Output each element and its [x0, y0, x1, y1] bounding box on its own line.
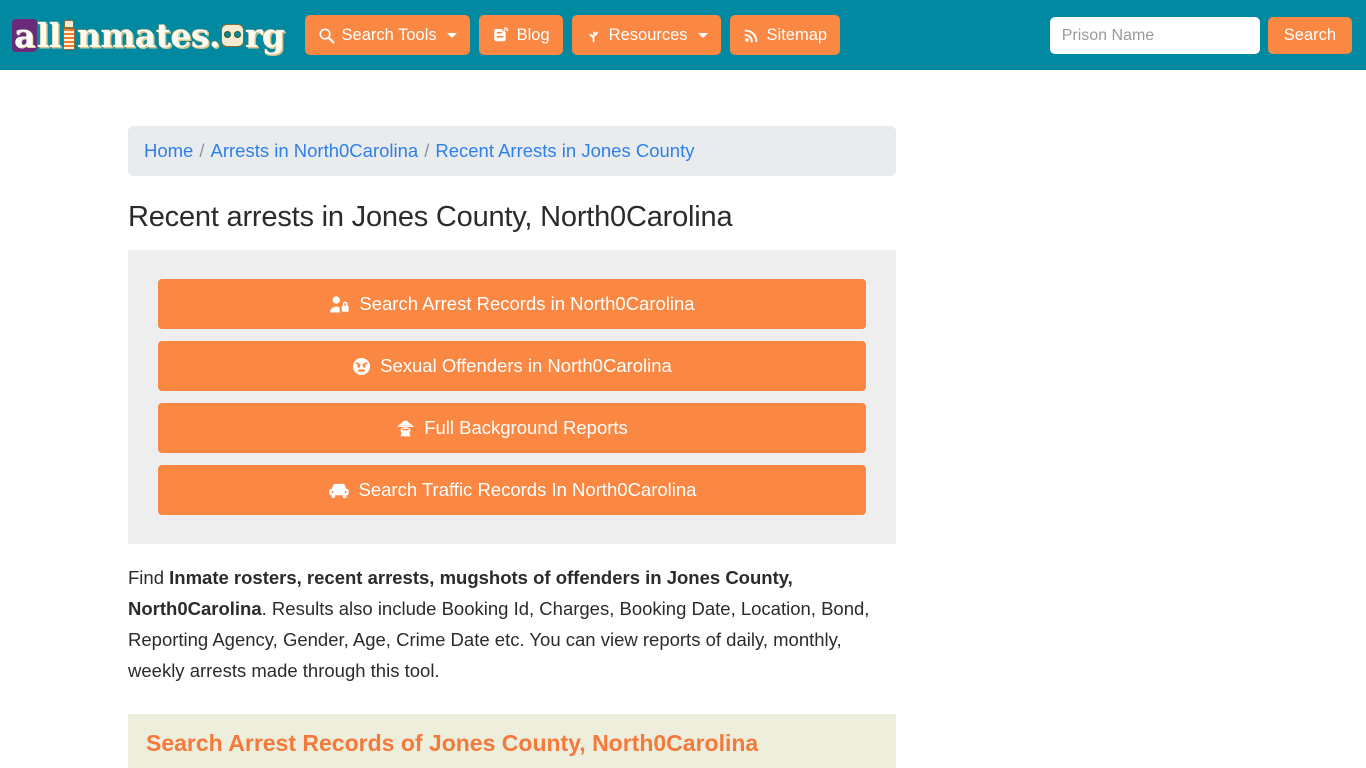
nav-resources-label: Resources [608, 25, 688, 44]
sexual-offenders-label: Sexual Offenders in North0Carolina [380, 355, 672, 376]
search-records-section: Search Arrest Records of Jones County, N… [128, 714, 896, 768]
search-records-heading: Search Arrest Records of Jones County, N… [146, 730, 759, 756]
search-traffic-records-label: Search Traffic Records In North0Carolina [358, 479, 697, 500]
nav-sitemap-label: Sitemap [766, 25, 828, 44]
nav-blog-label: Blog [516, 25, 550, 44]
action-button-panel: Search Arrest Records in North0Carolina … [128, 250, 896, 544]
logo-letter-a: a [12, 15, 37, 55]
page-title: Recent arrests in Jones County, North0Ca… [128, 201, 733, 233]
logo-letters-nmates: nmates. [76, 15, 221, 55]
page-description: Find Inmate rosters, recent arrests, mug… [128, 562, 896, 686]
skull-face-icon [221, 23, 245, 47]
breadcrumb-separator: / [424, 140, 430, 161]
search-icon [318, 27, 335, 44]
content-container: Home / Arrests in North0Carolina / Recen… [128, 126, 896, 768]
page-body: Home / Arrests in North0Carolina / Recen… [0, 126, 1366, 768]
blogger-icon [492, 26, 510, 44]
logo-letters-rg: rg [245, 15, 285, 55]
rss-icon [743, 27, 760, 44]
breadcrumb-separator: / [199, 140, 205, 161]
nav-sitemap-button[interactable]: Sitemap [729, 15, 841, 55]
user-secret-icon [396, 419, 415, 438]
search-arrest-records-button[interactable]: Search Arrest Records in North0Carolina [158, 279, 866, 329]
full-background-reports-button[interactable]: Full Background Reports [158, 403, 866, 453]
sexual-offenders-button[interactable]: Sexual Offenders in North0Carolina [158, 341, 866, 391]
lede-prefix: Find [128, 567, 170, 588]
full-background-reports-label: Full Background Reports [424, 417, 628, 438]
site-header: a ll nmates. rg Search Tools Blog Resources [0, 0, 1366, 70]
prisoner-figure-icon [62, 20, 76, 50]
logo-wordmark: a ll nmates. rg [12, 15, 285, 55]
breadcrumb: Home / Arrests in North0Carolina / Recen… [128, 126, 896, 176]
logo-letters-ll: ll [36, 15, 62, 55]
search-traffic-records-button[interactable]: Search Traffic Records In North0Carolina [158, 465, 866, 515]
header-search-form: Search [1049, 17, 1352, 54]
site-logo[interactable]: a ll nmates. rg [12, 12, 285, 58]
breadcrumb-item-county[interactable]: Recent Arrests in Jones County [435, 140, 694, 162]
nav-search-tools-button[interactable]: Search Tools [304, 15, 470, 55]
nav-search-tools-label: Search Tools [341, 25, 437, 44]
user-lock-icon [329, 295, 350, 314]
search-input[interactable] [1049, 17, 1260, 54]
chevron-down-icon [446, 32, 457, 38]
seedling-icon [585, 27, 602, 44]
car-icon [328, 481, 350, 499]
breadcrumb-item-home[interactable]: Home [144, 140, 193, 162]
chevron-down-icon [697, 32, 708, 38]
breadcrumb-item-state[interactable]: Arrests in North0Carolina [211, 140, 419, 162]
nav-blog-button[interactable]: Blog [478, 15, 563, 55]
search-submit-button[interactable]: Search [1267, 17, 1352, 54]
angry-face-icon [352, 357, 371, 376]
nav-resources-button[interactable]: Resources [571, 15, 721, 55]
search-arrest-records-label: Search Arrest Records in North0Carolina [359, 293, 695, 314]
main-navigation: Search Tools Blog Resources Sitemap [304, 15, 841, 55]
